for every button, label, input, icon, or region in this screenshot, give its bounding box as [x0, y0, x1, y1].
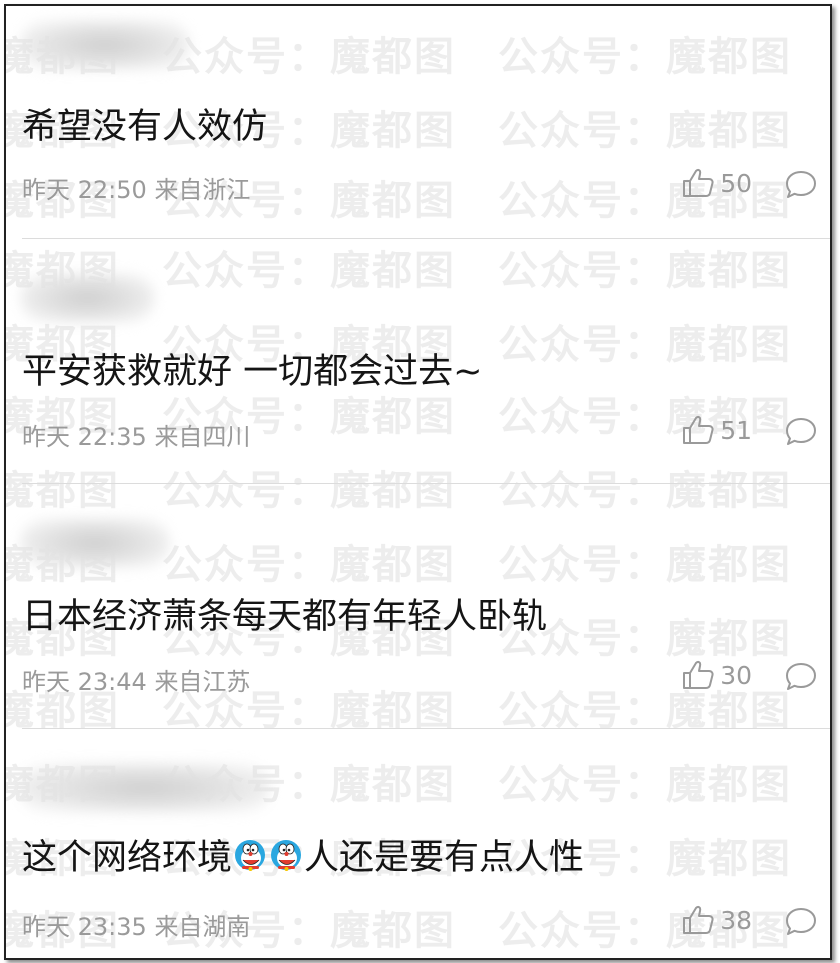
comment-item: 日本经济萧条每天都有年轻人卧轨 昨天 23:44 来自江苏 30 — [6, 496, 830, 739]
comment-text: 平安获救就好 一切都会过去~ — [22, 352, 483, 392]
comment-date: 昨天 23:35 — [22, 913, 147, 941]
blurred-username — [20, 20, 190, 70]
reply-button[interactable] — [784, 416, 818, 452]
like-count: 51 — [720, 415, 752, 445]
reply-button[interactable] — [784, 906, 818, 942]
comment-meta: 昨天 23:44 来自江苏 — [22, 662, 250, 697]
comment-text-part: 这个网络环境 — [22, 838, 233, 878]
thumbs-up-icon — [683, 169, 714, 197]
thumbs-up-icon — [683, 416, 714, 444]
comment-date: 昨天 22:35 — [22, 423, 147, 451]
divider — [22, 728, 830, 729]
thumbs-up-icon — [683, 906, 714, 934]
comment-text: 希望没有人效仿 — [22, 107, 268, 147]
comment-text: 日本经济萧条每天都有年轻人卧轨 — [22, 597, 548, 637]
comment-list-frame: 公众号：魔都图 公众号：魔都图 公众号：魔都图 公众号：魔都图 公众号：魔都图 … — [4, 4, 832, 960]
doraemon-emoji-icon — [271, 839, 302, 871]
speech-bubble-icon — [786, 663, 816, 690]
doraemon-emoji-icon — [235, 839, 266, 871]
speech-bubble-icon — [786, 418, 816, 445]
like-button[interactable]: 51 — [682, 415, 752, 445]
comment-text: 这个网络环境 人还是要有点人性 — [22, 829, 584, 880]
like-button[interactable]: 50 — [682, 168, 752, 198]
divider — [22, 238, 830, 239]
reply-button[interactable] — [784, 661, 818, 697]
divider — [22, 483, 830, 484]
speech-bubble-icon — [786, 908, 816, 935]
blurred-username — [20, 273, 155, 323]
comment-location: 来自江苏 — [154, 668, 251, 696]
like-count: 30 — [720, 660, 752, 690]
like-button[interactable]: 30 — [682, 660, 752, 690]
comment-date: 昨天 22:50 — [22, 176, 147, 204]
comment-text-part: 人还是要有点人性 — [304, 838, 585, 878]
comment-item: 希望没有人效仿 昨天 22:50 来自浙江 50 — [6, 6, 830, 249]
speech-bubble-icon — [786, 171, 816, 198]
comment-meta: 昨天 22:35 来自四川 — [22, 417, 250, 452]
comment-location: 来自浙江 — [154, 176, 251, 204]
like-button[interactable]: 38 — [682, 905, 752, 935]
comment-meta: 昨天 22:50 来自浙江 — [22, 170, 250, 205]
comment-item: 这个网络环境 人还是要有点人性 昨天 23:35 来自湖南 38 — [6, 741, 830, 958]
comment-location: 来自湖南 — [154, 913, 251, 941]
blurred-username — [20, 518, 170, 568]
like-count: 38 — [720, 905, 752, 935]
reply-button[interactable] — [784, 169, 818, 205]
comment-item: 平安获救就好 一切都会过去~ 昨天 22:35 来自四川 51 — [6, 251, 830, 494]
blurred-username — [20, 763, 270, 813]
thumbs-up-icon — [683, 661, 714, 689]
comment-meta: 昨天 23:35 来自湖南 — [22, 907, 250, 942]
comment-location: 来自四川 — [154, 423, 251, 451]
comment-date: 昨天 23:44 — [22, 668, 147, 696]
like-count: 50 — [720, 168, 752, 198]
